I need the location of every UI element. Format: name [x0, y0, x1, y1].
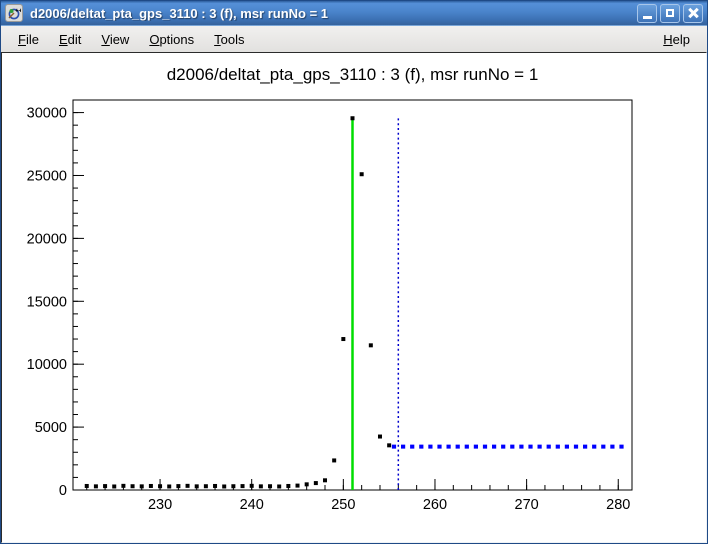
y-tick-label: 10000 — [27, 357, 67, 373]
title-bar[interactable]: ++ d2006/deltat_pta_gps_3110 : 3 (f), ms… — [1, 1, 707, 26]
x-tick-label: 230 — [148, 497, 172, 513]
y-tick-label: 0 — [59, 483, 67, 499]
data-point — [268, 484, 272, 488]
menu-tools[interactable]: Tools — [205, 29, 253, 50]
data-point — [121, 484, 125, 488]
root-canvas-window: ++ d2006/deltat_pta_gps_3110 : 3 (f), ms… — [0, 0, 708, 544]
data-point — [149, 484, 153, 488]
y-tick-label: 30000 — [27, 106, 67, 122]
data-point — [369, 343, 373, 347]
data-point — [277, 484, 281, 488]
close-button[interactable] — [683, 4, 703, 23]
menu-help[interactable]: Help — [654, 29, 699, 50]
menu-bar: FileEditViewOptionsTools Help — [1, 26, 707, 52]
data-point — [341, 337, 345, 341]
data-point — [158, 484, 162, 488]
data-point — [378, 435, 382, 439]
data-point — [112, 484, 116, 488]
data-points — [85, 116, 391, 488]
minimize-icon — [643, 16, 652, 19]
x-axis: 230 240 250 260 270 280 — [87, 479, 631, 513]
data-point — [250, 484, 254, 488]
data-point — [167, 484, 171, 488]
data-point — [204, 484, 208, 488]
x-tick-label: 250 — [331, 497, 355, 513]
data-point — [332, 458, 336, 462]
data-point — [286, 484, 290, 488]
data-point — [241, 484, 245, 488]
x-tick-label: 270 — [515, 497, 539, 513]
menu-file[interactable]: File — [9, 29, 48, 50]
x-tick-label: 240 — [240, 497, 264, 513]
data-point — [140, 484, 144, 488]
x-tick-label: 260 — [423, 497, 447, 513]
svg-text:++: ++ — [15, 8, 21, 15]
x-tick-label: 280 — [606, 497, 630, 513]
y-axis: 0 5000 10000 15000 20000 25000 30000 — [27, 100, 84, 499]
data-point — [103, 484, 107, 488]
data-point — [176, 484, 180, 488]
data-point — [231, 484, 235, 488]
plot-canvas[interactable]: d2006/deltat_pta_gps_3110 : 3 (f), msr r… — [1, 52, 707, 543]
data-point — [351, 116, 355, 120]
data-point — [186, 484, 190, 488]
maximize-icon — [666, 9, 674, 17]
menu-options[interactable]: Options — [140, 29, 203, 50]
data-point — [305, 482, 309, 486]
data-point — [360, 172, 364, 176]
menu-items: FileEditViewOptionsTools — [9, 29, 654, 50]
data-point — [195, 484, 199, 488]
data-point — [85, 484, 89, 488]
data-point — [213, 484, 217, 488]
data-point — [259, 484, 263, 488]
data-point — [387, 443, 391, 447]
data-point — [94, 484, 98, 488]
window-controls — [637, 4, 703, 23]
data-point — [131, 484, 135, 488]
plot-svg[interactable]: d2006/deltat_pta_gps_3110 : 3 (f), msr r… — [2, 53, 702, 538]
y-tick-label: 20000 — [27, 231, 67, 247]
root-logo-icon[interactable]: ++ — [5, 4, 23, 22]
data-point — [314, 481, 318, 485]
data-point — [222, 484, 226, 488]
menu-items-right: Help — [654, 29, 699, 50]
window-title: d2006/deltat_pta_gps_3110 : 3 (f), msr r… — [30, 6, 637, 21]
menu-view[interactable]: View — [92, 29, 138, 50]
y-tick-label: 15000 — [27, 294, 67, 310]
minimize-button[interactable] — [637, 4, 657, 23]
menu-edit[interactable]: Edit — [50, 29, 90, 50]
data-point — [296, 484, 300, 488]
y-tick-label: 25000 — [27, 168, 67, 184]
data-point — [323, 478, 327, 482]
root-logo-graphic: ++ — [7, 6, 21, 20]
y-tick-label: 5000 — [35, 420, 67, 436]
close-icon — [688, 8, 698, 18]
plot-title: d2006/deltat_pta_gps_3110 : 3 (f), msr r… — [167, 65, 539, 84]
maximize-button[interactable] — [660, 4, 680, 23]
